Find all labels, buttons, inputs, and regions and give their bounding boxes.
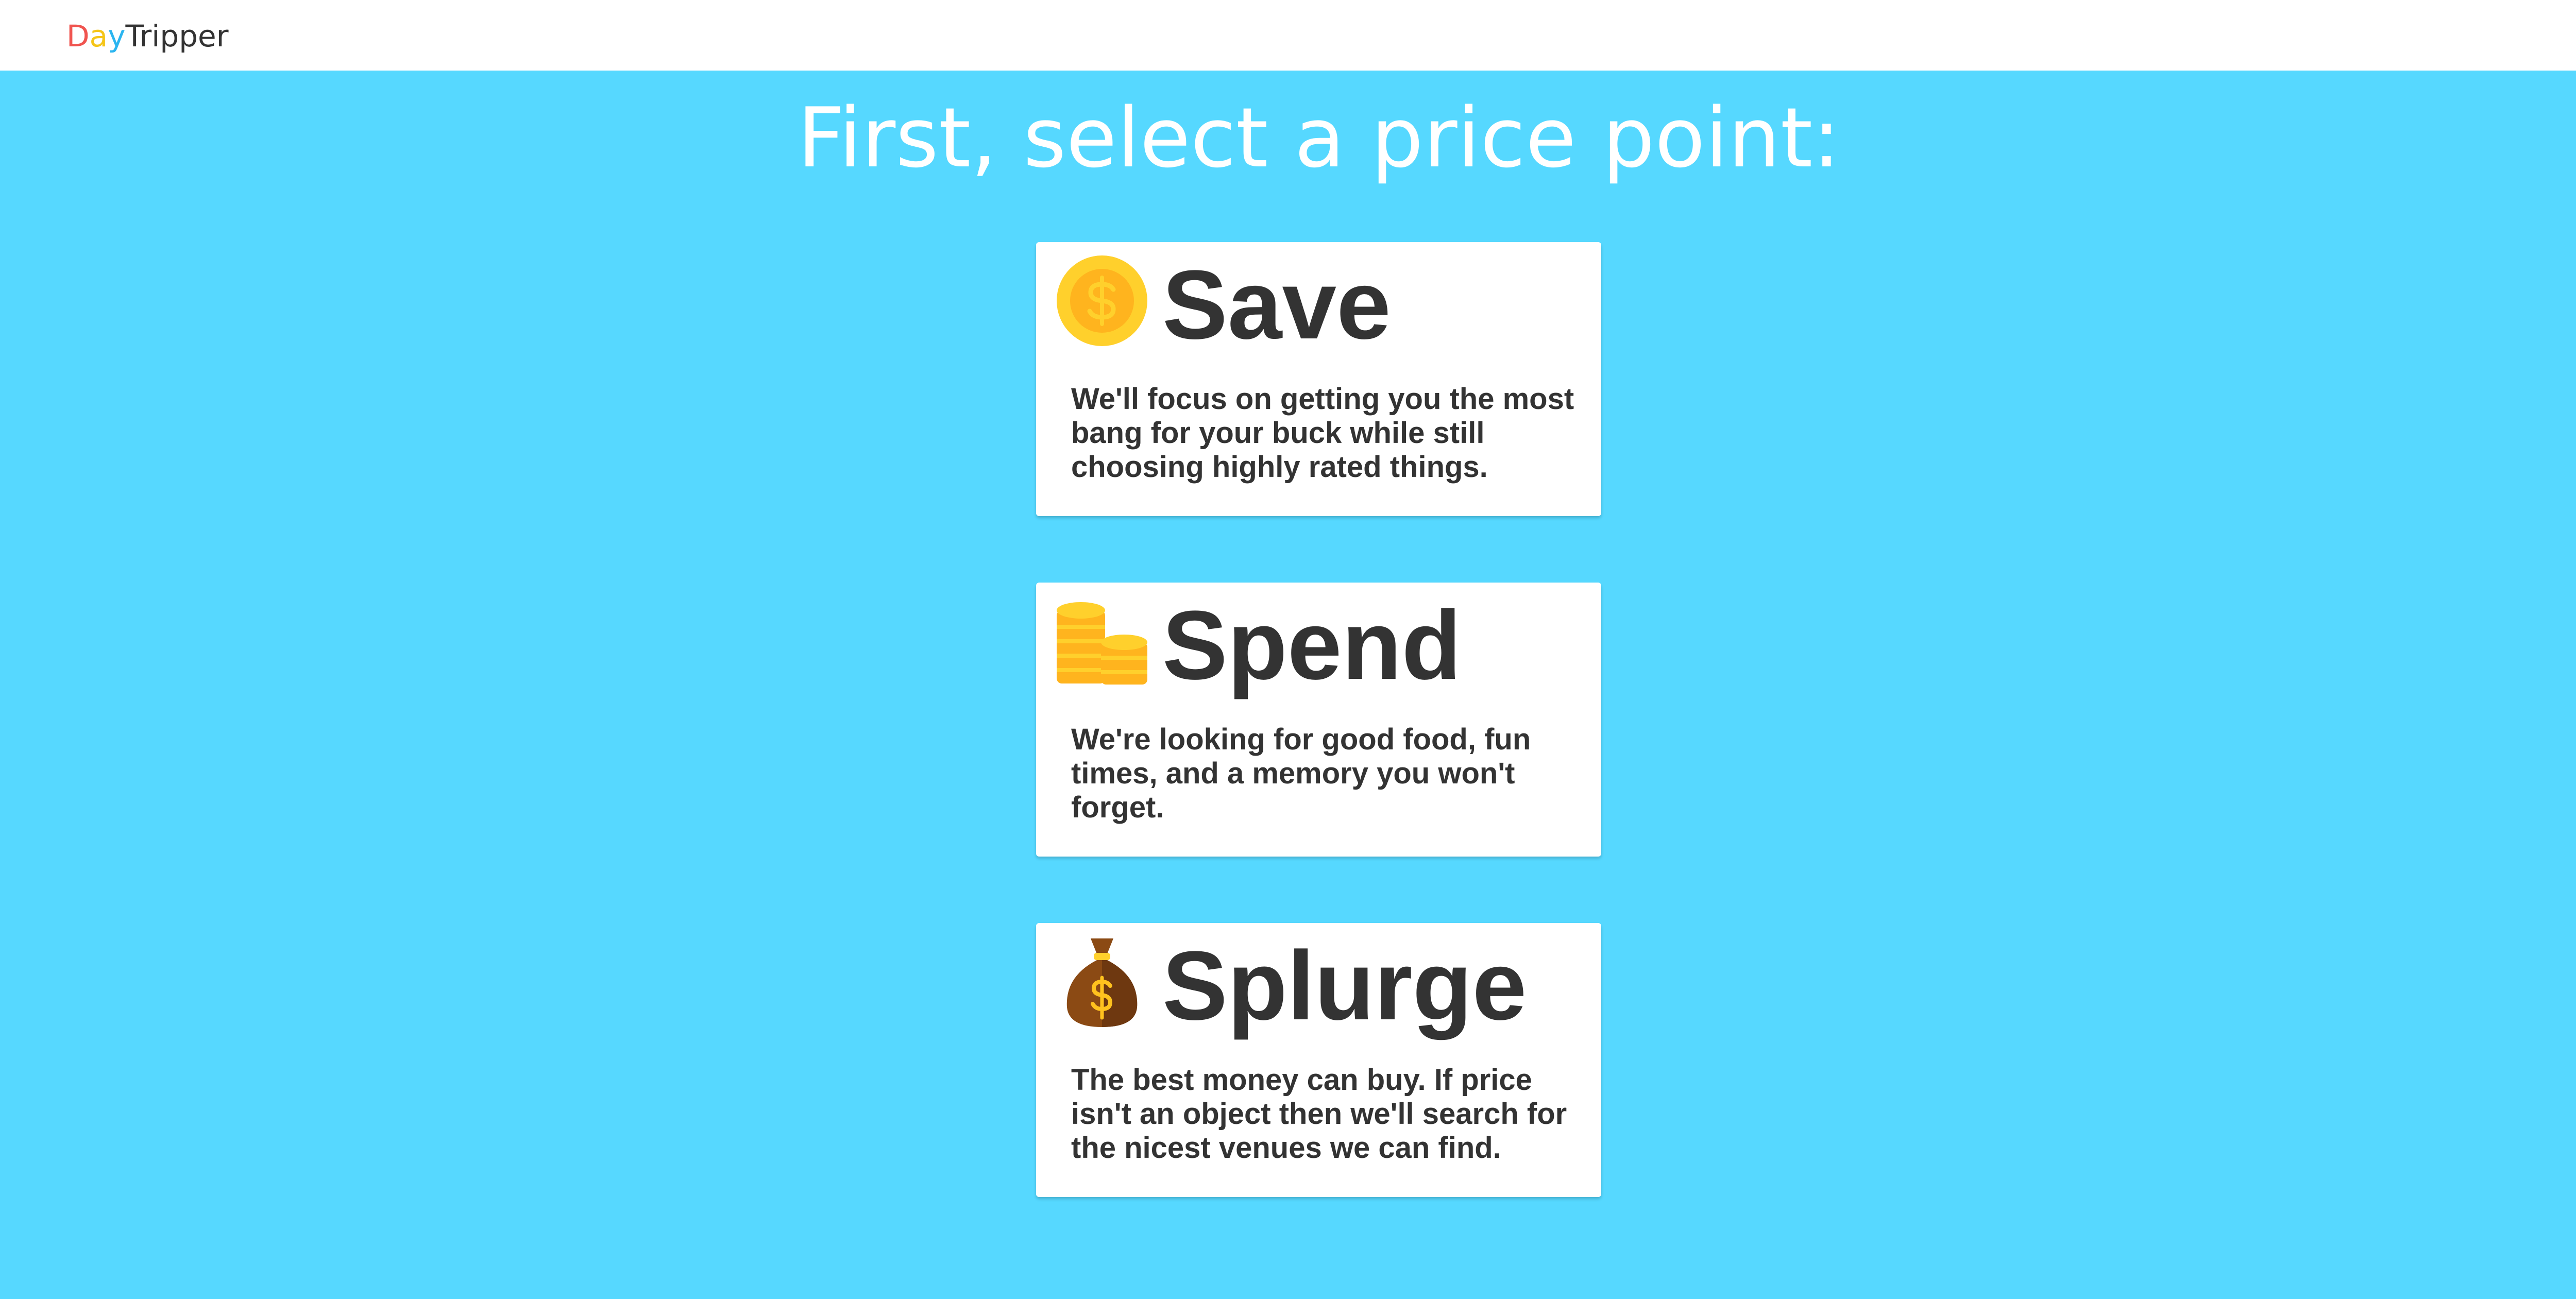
price-option-splurge-card[interactable]: Splurge The best money can buy. If price…: [1036, 923, 1601, 1197]
price-option-description: The best money can buy. If price isn't a…: [1071, 1063, 1567, 1165]
price-option-description: We're looking for good food, fun times, …: [1071, 723, 1531, 824]
brand-letter-y: y: [108, 19, 126, 54]
top-navbar: DayTripper: [0, 0, 2576, 71]
brand-logo[interactable]: DayTripper: [66, 16, 229, 56]
price-option-save-card[interactable]: Save We'll focus on getting you the most…: [1036, 242, 1601, 516]
price-option-title: Spend: [1162, 591, 1462, 700]
price-option-title: Splurge: [1162, 931, 1527, 1040]
price-option-spend-card[interactable]: Spend We're looking for good food, fun t…: [1036, 583, 1601, 857]
money-bag-icon: [1066, 938, 1138, 1027]
coin-stacks-icon: [1057, 602, 1147, 685]
brand-name-rest: Tripper: [125, 19, 229, 54]
price-option-description: We'll focus on getting you the most bang…: [1071, 382, 1574, 484]
brand-letter-d: D: [66, 19, 90, 54]
price-point-section: First, select a price point: Save We'll …: [0, 71, 2576, 1299]
coin-icon: [1057, 255, 1147, 346]
brand-letter-a: a: [89, 19, 108, 54]
page-title: First, select a price point:: [797, 90, 1841, 186]
price-option-title: Save: [1162, 250, 1391, 360]
